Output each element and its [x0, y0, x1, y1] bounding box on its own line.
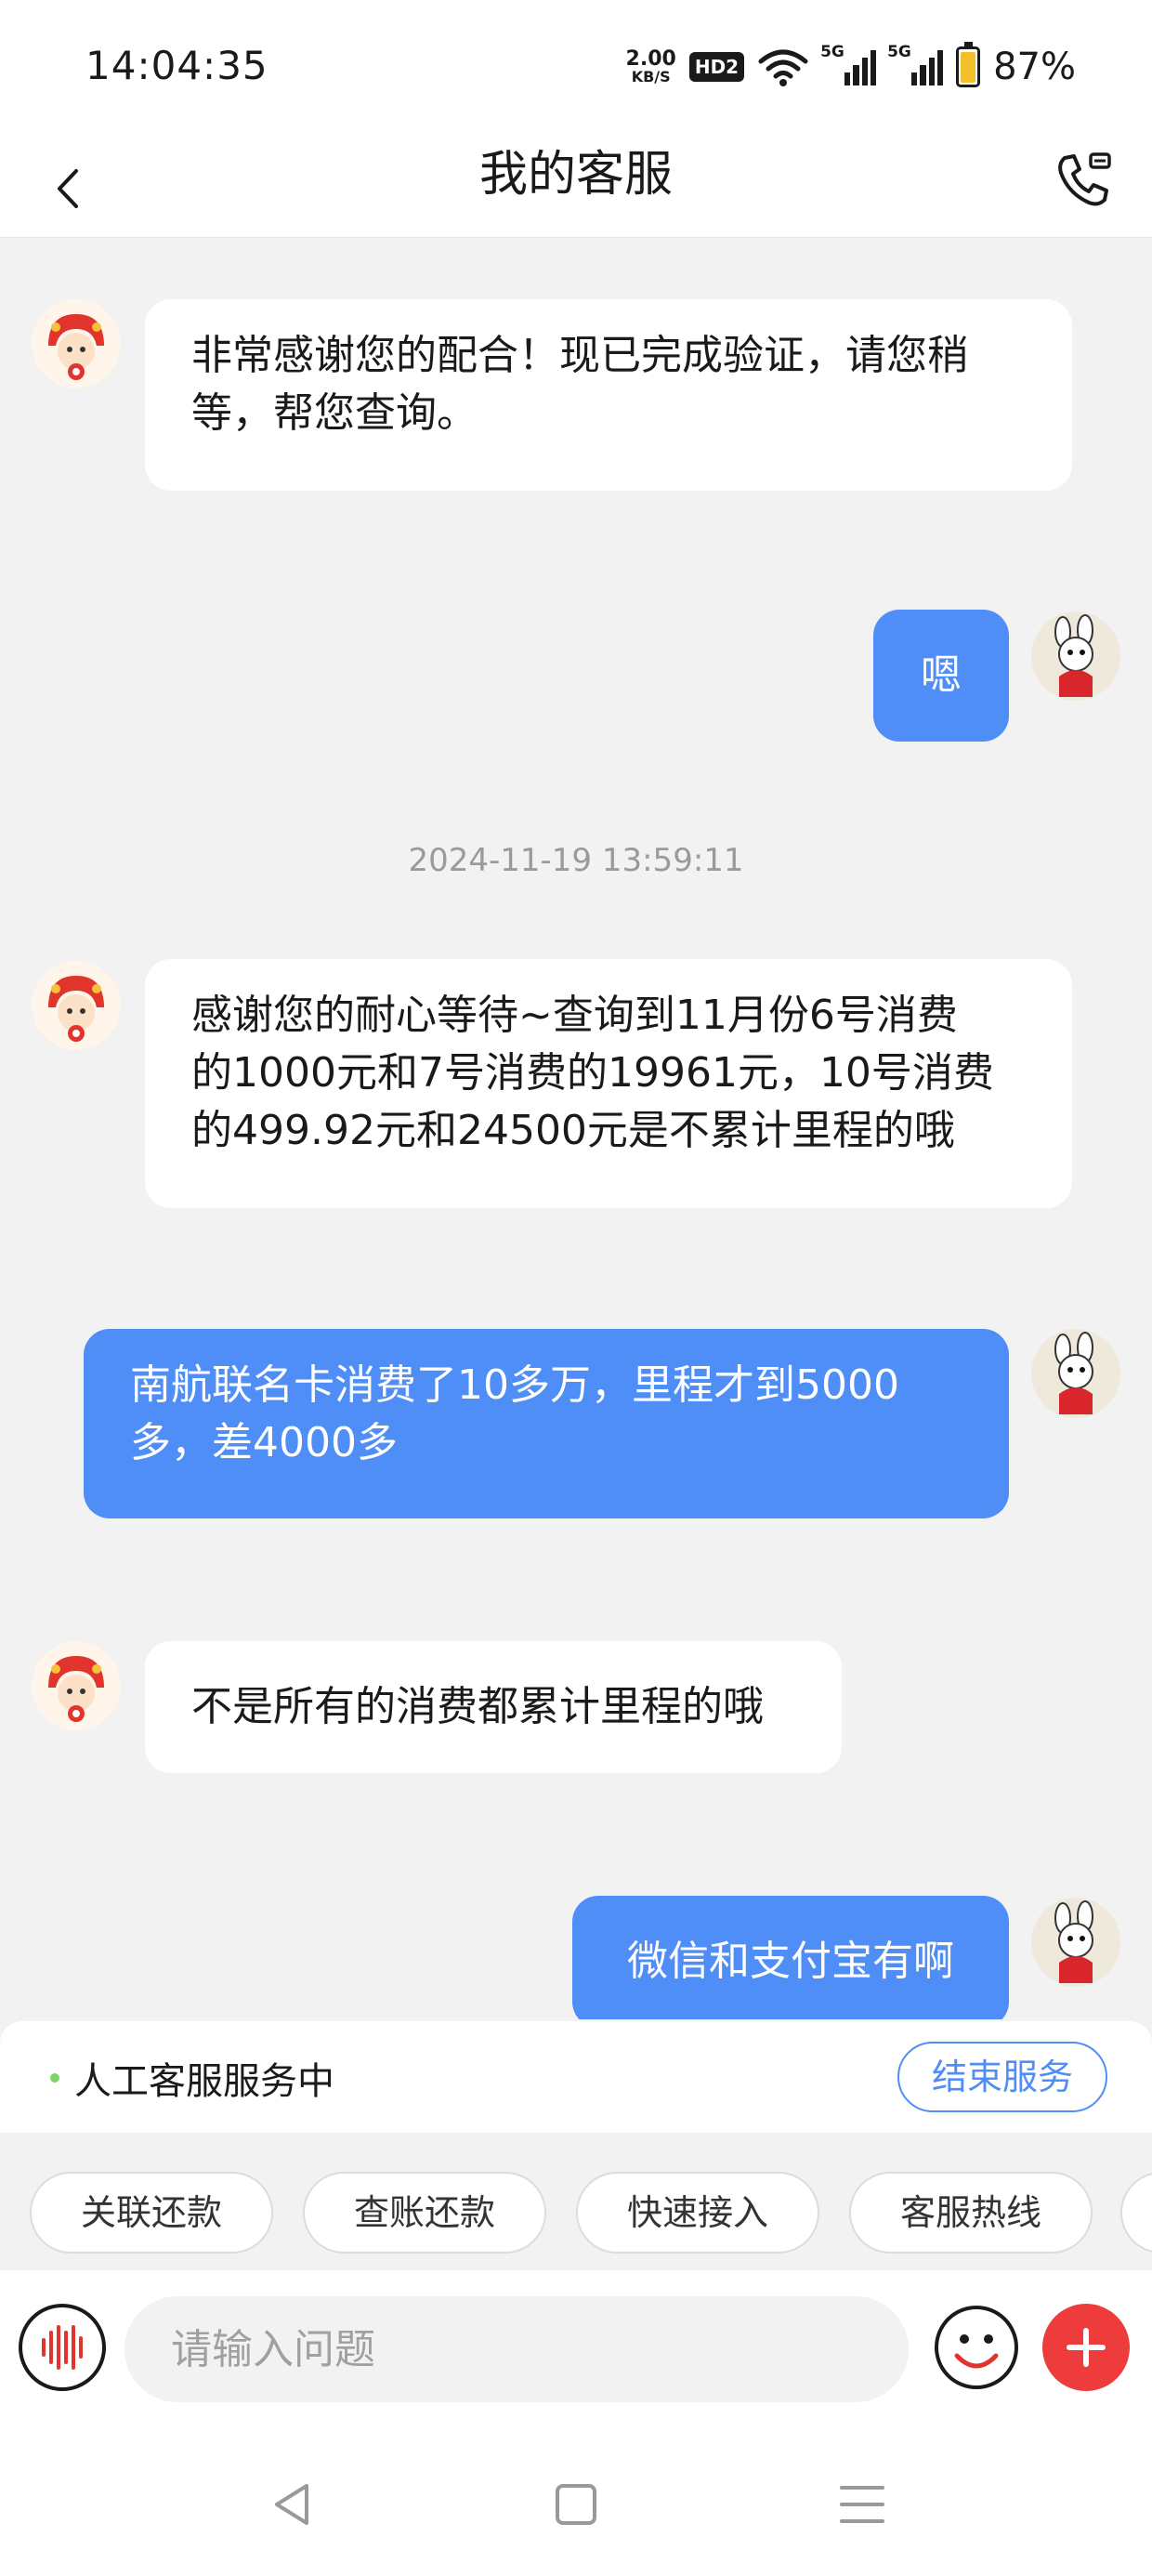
message-bubble-outgoing: 微信和支付宝有啊	[572, 1896, 1009, 2019]
end-service-button[interactable]: 结束服务	[897, 2042, 1107, 2112]
service-status-bar: 人工客服服务中 结束服务	[0, 2021, 1152, 2133]
emoji-icon[interactable]	[933, 2304, 1020, 2391]
hd-voice-badge: HD2	[688, 52, 745, 82]
message-line: 不是所有的消费都累计里程的哦	[191, 1683, 764, 1730]
agent-avatar	[32, 961, 121, 1050]
message-line: 的499.92元和24500元是不累计里程的哦	[191, 1107, 955, 1154]
user-avatar	[1031, 1329, 1120, 1418]
network-speed-unit: KB/S	[631, 68, 671, 85]
message-line: 南航联名卡消费了10多万，里程才到5000	[130, 1361, 899, 1409]
battery-icon	[956, 42, 981, 87]
message-bubble-incoming: 感谢您的耐心等待~查询到11月份6号消费 的1000元和7号消费的19961元，…	[145, 959, 1072, 1208]
sound-wave-icon	[42, 2325, 83, 2370]
plus-icon	[1067, 2328, 1106, 2367]
message-timestamp: 2024-11-19 13:59:11	[408, 842, 744, 879]
signal-icon: 5G	[820, 43, 877, 85]
page-title: 我的客服	[478, 147, 673, 203]
user-avatar	[1031, 1898, 1120, 1987]
message-bubble-incoming: 不是所有的消费都累计里程的哦	[145, 1641, 842, 1773]
add-button[interactable]	[1042, 2304, 1130, 2391]
status-time: 14:04:35	[85, 43, 268, 88]
nav-home-icon[interactable]	[550, 2478, 602, 2530]
message-line: 多，差4000多	[130, 1419, 398, 1466]
agent-avatar	[32, 299, 121, 388]
message-line: 嗯	[921, 651, 962, 699]
message-line: 微信和支付宝有啊	[627, 1938, 954, 1985]
system-nav-bar	[0, 2428, 1152, 2576]
quick-action-chip[interactable]: 查账还款	[303, 2172, 546, 2254]
message-line: 等，帮您查询。	[191, 389, 478, 437]
online-dot-icon	[50, 2073, 59, 2083]
message-bubble-incoming: 非常感谢您的配合！现已完成验证，请您稍 等，帮您查询。	[145, 299, 1072, 491]
message-bubble-outgoing: 南航联名卡消费了10多万，里程才到5000 多，差4000多	[84, 1329, 1009, 1518]
signal-icon: 5G	[887, 43, 944, 85]
phone-settings-icon[interactable]	[1052, 149, 1115, 212]
input-bar	[0, 2270, 1152, 2428]
message-line: 感谢您的耐心等待~查询到11月份6号消费	[191, 992, 958, 1039]
wifi-icon	[758, 49, 808, 86]
message-line: 的1000元和7号消费的19961元，10号消费	[191, 1049, 994, 1097]
status-icons: 2.00 KB/S HD2 5G 5G 87%	[626, 41, 1076, 93]
battery-fill	[961, 51, 976, 83]
quick-action-chip-partial[interactable]	[1120, 2172, 1152, 2254]
battery-percent: 87%	[993, 46, 1076, 88]
quick-actions: 关联还款 查账还款 快速接入 客服热线	[0, 2133, 1152, 2270]
app-header: 我的客服	[0, 138, 1152, 238]
question-input[interactable]	[124, 2296, 909, 2402]
signal-2-label: 5G	[887, 43, 911, 61]
voice-input-button[interactable]	[19, 2304, 106, 2391]
quick-action-chip[interactable]: 关联还款	[30, 2172, 273, 2254]
user-avatar	[1031, 611, 1120, 701]
network-speed: 2.00 KB/S	[626, 49, 676, 85]
nav-back-icon[interactable]	[268, 2478, 320, 2530]
service-status-text: 人工客服服务中	[74, 2060, 334, 2103]
signal-1-label: 5G	[820, 43, 844, 61]
quick-action-chip[interactable]: 客服热线	[849, 2172, 1093, 2254]
chat-area[interactable]: 非常感谢您的配合！现已完成验证，请您稍 等，帮您查询。 嗯 2024-11-19…	[0, 240, 1152, 2019]
message-bubble-outgoing: 嗯	[873, 610, 1009, 742]
network-speed-value: 2.00	[625, 47, 676, 71]
message-line: 非常感谢您的配合！现已完成验证，请您稍	[191, 332, 968, 379]
status-bar: 14:04:35 2.00 KB/S HD2 5G 5G 87%	[0, 0, 1152, 138]
agent-avatar	[32, 1641, 121, 1730]
quick-action-chip[interactable]: 快速接入	[576, 2172, 819, 2254]
nav-menu-icon[interactable]	[836, 2478, 888, 2530]
